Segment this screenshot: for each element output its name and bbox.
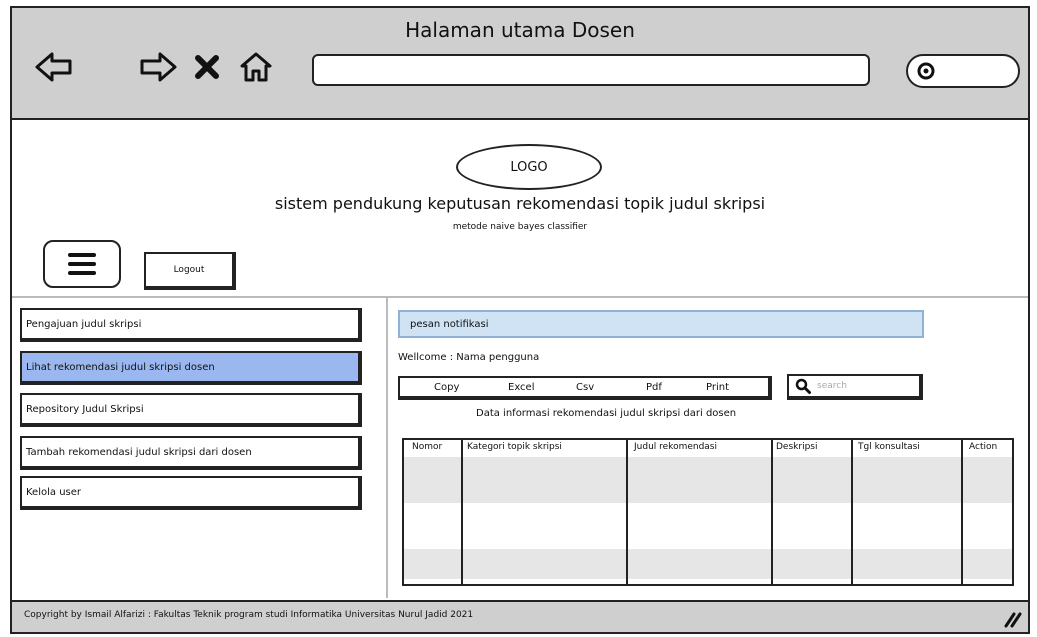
close-x-icon[interactable] <box>192 50 222 84</box>
logout-button[interactable]: Logout <box>144 252 236 290</box>
search-placeholder: search <box>817 381 847 391</box>
column-divider <box>961 440 963 584</box>
resize-handle-icon[interactable] <box>1000 606 1022 628</box>
column-header-nomor[interactable]: Nomor <box>412 442 442 452</box>
search-icon <box>795 378 811 394</box>
column-header-kategori[interactable]: Kategori topik skripsi <box>467 442 562 452</box>
export-toolbar: Copy Excel Csv Pdf Print <box>398 376 772 400</box>
app-title: sistem pendukung keputusan rekomendasi t… <box>274 194 766 213</box>
data-table: Nomor Kategori topik skripsi Judul rekom… <box>402 438 1014 586</box>
table-row <box>404 457 1012 503</box>
menu-bar-icon <box>68 253 96 257</box>
column-divider <box>626 440 628 584</box>
csv-button[interactable]: Csv <box>576 382 594 393</box>
browser-window: Halaman utama Dosen LOGO sistem pendukun… <box>10 6 1030 634</box>
table-caption: Data informasi rekomendasi judul skripsi… <box>476 408 737 419</box>
back-arrow-icon[interactable] <box>34 50 74 84</box>
sidebar-item-tambah-rekomendasi[interactable]: Tambah rekomendasi judul skripsi dari do… <box>20 436 362 470</box>
footer: Copyright by Ismail Alfarizi : Fakultas … <box>12 600 1028 632</box>
address-bar[interactable] <box>312 54 870 86</box>
sidebar-divider <box>386 298 388 598</box>
column-header-deskripsi[interactable]: Deskripsi <box>776 442 817 452</box>
sidebar-item-label: Tambah rekomendasi judul skripsi dari do… <box>26 446 252 458</box>
sidebar-item-lihat-rekomendasi[interactable]: Lihat rekomendasi judul skripsi dosen <box>20 351 362 385</box>
browser-toolbar: Halaman utama Dosen <box>12 8 1028 120</box>
welcome-text: Wellcome : Nama pengguna <box>398 352 540 363</box>
window-title: Halaman utama Dosen <box>405 18 635 42</box>
notification-text: pesan notifikasi <box>410 318 489 330</box>
column-header-action[interactable]: Action <box>969 442 997 452</box>
column-header-tgl-konsultasi[interactable]: Tgl konsultasi <box>858 442 920 452</box>
notification-bar: pesan notifikasi <box>398 310 924 338</box>
home-icon[interactable] <box>238 50 274 84</box>
search-icon <box>917 62 935 80</box>
app-subtitle: metode naive bayes classifier <box>452 222 588 232</box>
table-search-input[interactable]: search <box>787 374 923 400</box>
print-button[interactable]: Print <box>706 382 729 393</box>
column-divider <box>461 440 463 584</box>
column-divider <box>771 440 773 584</box>
menu-bar-icon <box>68 271 96 275</box>
pdf-button[interactable]: Pdf <box>646 382 662 393</box>
sidebar-item-label: Repository Judul Skripsi <box>26 403 144 415</box>
excel-button[interactable]: Excel <box>508 382 535 393</box>
sidebar-item-label: Lihat rekomendasi judul skripsi dosen <box>26 361 215 373</box>
browser-search-field[interactable] <box>906 54 1020 88</box>
sidebar-item-repository[interactable]: Repository Judul Skripsi <box>20 393 362 427</box>
table-row <box>404 549 1012 579</box>
forward-arrow-icon[interactable] <box>138 50 178 84</box>
sidebar-item-pengajuan[interactable]: Pengajuan judul skripsi <box>20 308 362 342</box>
logo: LOGO <box>456 144 602 190</box>
sidebar-item-label: Pengajuan judul skripsi <box>26 318 142 330</box>
copy-button[interactable]: Copy <box>434 382 459 393</box>
sidebar-item-kelola-user[interactable]: Kelola user <box>20 476 362 510</box>
sidebar-item-label: Kelola user <box>26 486 82 498</box>
column-header-judul[interactable]: Judul rekomendasi <box>634 442 717 452</box>
menu-bar-icon <box>68 262 96 266</box>
column-divider <box>851 440 853 584</box>
hamburger-menu-button[interactable] <box>43 240 121 288</box>
header-divider <box>12 296 1028 298</box>
copyright-text: Copyright by Ismail Alfarizi : Fakultas … <box>24 610 474 620</box>
